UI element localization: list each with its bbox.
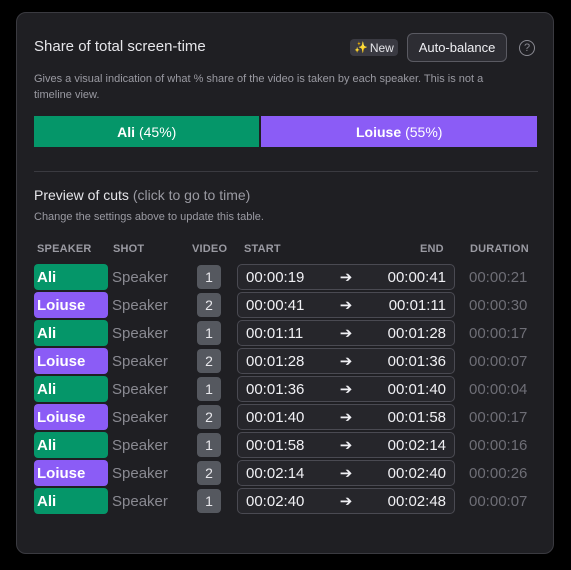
duration: 00:00:07 (469, 492, 528, 510)
shot-label: Speaker (112, 408, 168, 426)
cut-time-button[interactable]: ➔ 00:01:11 00:01:28 (237, 320, 455, 346)
table-row: Ali Speaker 1 ➔ 00:00:19 00:00:41 00:00:21 (17, 264, 555, 290)
cut-time-button[interactable]: ➔ 00:01:40 00:01:58 (237, 404, 455, 430)
speaker-chip[interactable]: Ali (34, 488, 108, 514)
speaker-chip[interactable]: Ali (34, 264, 108, 290)
shot-label: Speaker (112, 464, 168, 482)
duration: 00:00:04 (469, 380, 528, 398)
end-time: 00:02:48 (387, 492, 446, 510)
new-badge-label: New (369, 40, 394, 55)
video-number-badge: 2 (197, 293, 221, 317)
shot-label: Speaker (112, 352, 168, 370)
cut-time-button[interactable]: ➔ 00:02:40 00:02:48 (237, 488, 455, 514)
duration: 00:00:26 (469, 464, 528, 482)
table-row: Ali Speaker 1 ➔ 00:01:36 00:01:40 00:00:04 (17, 376, 555, 402)
duration: 00:00:16 (469, 436, 528, 454)
shot-label: Speaker (112, 296, 168, 314)
shot-label: Speaker (112, 324, 168, 342)
video-number-badge: 2 (197, 461, 221, 485)
duration: 00:00:17 (469, 324, 528, 342)
header-duration: DURATION (470, 243, 529, 255)
speaker-chip[interactable]: Loiuse (34, 460, 108, 486)
table-row: Loiuse Speaker 2 ➔ 00:02:14 00:02:40 00:00:26 (17, 460, 555, 486)
shot-label: Speaker (112, 436, 168, 454)
cut-time-button[interactable]: ➔ 00:00:19 00:00:41 (237, 264, 455, 290)
screen-time-panel: Share of total screen-time ✨ New Auto-ba… (16, 12, 554, 554)
end-time: 00:01:11 (388, 296, 446, 314)
table-row: Loiuse Speaker 2 ➔ 00:01:40 00:01:58 00:00:17 (17, 404, 555, 430)
speaker-chip[interactable]: Ali (34, 320, 108, 346)
table-row: Loiuse Speaker 2 ➔ 00:00:41 00:01:11 00:00:30 (17, 292, 555, 318)
sparkle-icon: ✨ (354, 42, 368, 54)
video-number-badge: 1 (197, 433, 221, 457)
table-row: Ali Speaker 1 ➔ 00:02:40 00:02:48 00:00:07 (17, 488, 555, 514)
speaker-chip[interactable]: Loiuse (34, 292, 108, 318)
video-number-badge: 2 (197, 349, 221, 373)
start-time: 00:02:40 (246, 492, 305, 510)
cut-time-button[interactable]: ➔ 00:02:14 00:02:40 (237, 460, 455, 486)
help-icon[interactable]: ? (519, 40, 535, 56)
start-time: 00:01:58 (246, 436, 305, 454)
table-row: Loiuse Speaker 2 ➔ 00:01:28 00:01:36 00:00:07 (17, 348, 555, 374)
speaker-chip[interactable]: Ali (34, 376, 108, 402)
start-time: 00:00:41 (246, 296, 305, 314)
new-badge: ✨ New (350, 39, 398, 56)
header-speaker: SPEAKER (37, 243, 92, 255)
speaker-chip[interactable]: Ali (34, 432, 108, 458)
duration: 00:00:17 (469, 408, 528, 426)
end-time: 00:02:14 (387, 436, 446, 454)
end-time: 00:02:40 (387, 464, 446, 482)
end-time: 00:01:58 (387, 408, 446, 426)
cut-time-button[interactable]: ➔ 00:00:41 00:01:11 (237, 292, 455, 318)
header-shot: SHOT (113, 243, 145, 255)
video-number-badge: 1 (197, 377, 221, 401)
end-time: 00:01:36 (387, 352, 446, 370)
start-time: 00:01:40 (246, 408, 305, 426)
video-number-badge: 1 (197, 321, 221, 345)
speaker-chip[interactable]: Loiuse (34, 348, 108, 374)
preview-title-hint: (click to go to time) (132, 187, 251, 203)
table-row: Ali Speaker 1 ➔ 00:01:11 00:01:28 00:00:17 (17, 320, 555, 346)
duration: 00:00:07 (469, 352, 528, 370)
table-row: Ali Speaker 1 ➔ 00:01:58 00:02:14 00:00:16 (17, 432, 555, 458)
start-time: 00:00:19 (246, 268, 305, 286)
end-time: 00:00:41 (387, 268, 446, 286)
speaker-chip[interactable]: Loiuse (34, 404, 108, 430)
shot-label: Speaker (112, 268, 168, 286)
header-video: VIDEO (192, 243, 228, 255)
duration: 00:00:21 (469, 268, 528, 286)
auto-balance-button[interactable]: Auto-balance (407, 33, 507, 62)
header-end: END (420, 243, 444, 255)
start-time: 00:01:28 (246, 352, 305, 370)
divider (34, 171, 538, 172)
share-title: Share of total screen-time (34, 38, 206, 55)
share-segment-percent: (55%) (405, 123, 443, 140)
start-time: 00:01:36 (246, 380, 305, 398)
share-segment-name: Ali (117, 123, 135, 140)
preview-subtitle: Change the settings above to update this… (34, 211, 264, 223)
video-number-badge: 2 (197, 405, 221, 429)
duration: 00:00:30 (469, 296, 528, 314)
share-bar: Ali (45%) Loiuse (55%) (34, 116, 537, 147)
share-segment-name: Loiuse (355, 123, 402, 140)
video-number-badge: 1 (197, 265, 221, 289)
shot-label: Speaker (112, 492, 168, 510)
shot-label: Speaker (112, 380, 168, 398)
preview-title: Preview of cuts (click to go to time) (34, 187, 250, 203)
header-start: START (244, 243, 281, 255)
share-segment-ali: Ali (45%) (34, 116, 260, 147)
start-time: 00:01:11 (246, 324, 304, 342)
video-number-badge: 1 (197, 489, 221, 513)
preview-title-text: Preview of cuts (34, 187, 129, 203)
share-description: Gives a visual indication of what % shar… (34, 73, 484, 101)
start-time: 00:02:14 (246, 464, 305, 482)
share-segment-loiuse: Loiuse (55%) (261, 116, 537, 147)
cut-time-button[interactable]: ➔ 00:01:36 00:01:40 (237, 376, 455, 402)
cut-time-button[interactable]: ➔ 00:01:28 00:01:36 (237, 348, 455, 374)
end-time: 00:01:28 (387, 324, 446, 342)
share-segment-percent: (45%) (138, 123, 177, 140)
cut-time-button[interactable]: ➔ 00:01:58 00:02:14 (237, 432, 455, 458)
end-time: 00:01:40 (387, 380, 446, 398)
